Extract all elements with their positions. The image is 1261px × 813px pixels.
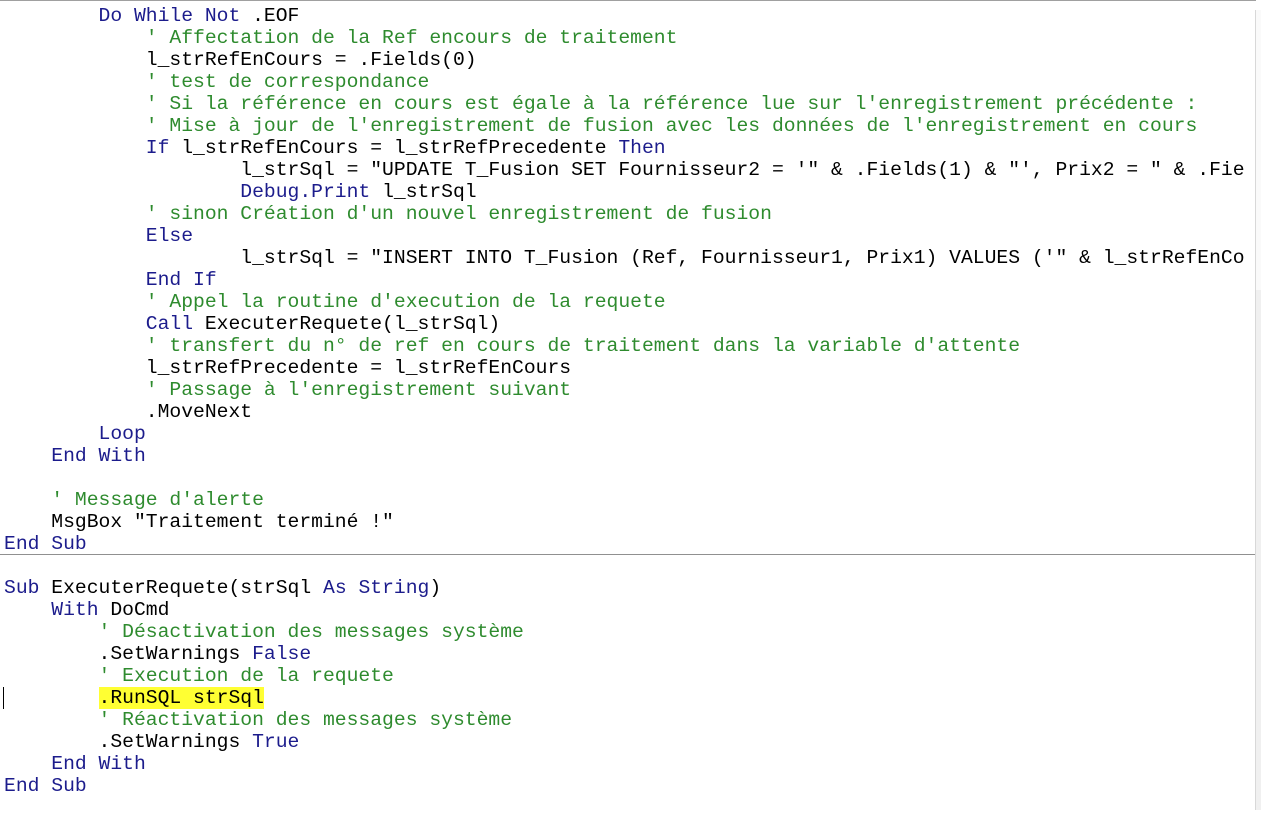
code-line[interactable]: l_strSql = "INSERT INTO T_Fusion (Ref, F… [4, 247, 1256, 269]
code-text: l_strRefEnCours = l_strRefPrecedente [169, 137, 619, 159]
comment: ' Réactivation des messages système [4, 709, 513, 731]
keyword: End If [4, 269, 217, 291]
code-text: l_strSql = "INSERT INTO T_Fusion (Ref, F… [4, 247, 1245, 269]
code-text: DoCmd [98, 599, 170, 621]
keyword: Loop [4, 423, 146, 445]
comment: ' sinon Création d'un nouvel enregistrem… [4, 203, 772, 225]
code-line[interactable]: Do While Not .EOF [4, 5, 1256, 27]
code-text: l_strRefEnCours = .Fields(0) [4, 49, 477, 71]
code-text: ExecuterRequete(l_strSql) [193, 313, 501, 335]
scrollbar-thumb[interactable] [1256, 10, 1261, 290]
code-text: .SetWarnings [4, 643, 253, 665]
code-line[interactable]: ' Désactivation des messages système [4, 621, 1256, 643]
code-line[interactable]: End Sub [4, 533, 1256, 555]
text-caret [3, 687, 4, 709]
code-line[interactable]: ' Affectation de la Ref encours de trait… [4, 27, 1256, 49]
code-line[interactable]: End With [4, 753, 1256, 775]
code-line[interactable]: ' Appel la routine d'execution de la req… [4, 291, 1256, 313]
code-line[interactable]: Call ExecuterRequete(l_strSql) [4, 313, 1256, 335]
code-text: l_strSql = "UPDATE T_Fusion SET Fourniss… [4, 159, 1245, 181]
keyword: End Sub [4, 775, 87, 797]
keyword: End With [4, 445, 146, 467]
keyword: Debug.Print [4, 181, 371, 203]
keyword: If [4, 137, 170, 159]
keyword: As String [323, 577, 430, 599]
comment: ' Execution de la requete [4, 665, 394, 687]
code-line[interactable]: ' Si la référence en cours est égale à l… [4, 93, 1256, 115]
keyword: End Sub [4, 533, 87, 555]
code-text: .MoveNext [4, 401, 253, 423]
code-line[interactable]: .SetWarnings True [4, 731, 1256, 753]
code-line[interactable]: ' Message d'alerte [4, 489, 1256, 511]
code-text: l_strSql [370, 181, 477, 203]
keyword: False [252, 643, 312, 665]
code-line[interactable]: ' transfert du n° de ref en cours de tra… [4, 335, 1256, 357]
code-line[interactable]: ' Mise à jour de l'enregistrement de fus… [4, 115, 1256, 137]
code-line[interactable]: With DoCmd [4, 599, 1256, 621]
code-area[interactable]: Do While Not .EOF ' Affectation de la Re… [0, 5, 1256, 797]
highlighted-statement: .RunSQL strSql [98, 687, 264, 709]
code-text: MsgBox "Traitement terminé !" [4, 511, 394, 533]
code-line[interactable]: ' Réactivation des messages système [4, 709, 1256, 731]
comment: ' test de correspondance [4, 71, 430, 93]
code-line[interactable]: MsgBox "Traitement terminé !" [4, 511, 1256, 533]
keyword: Call [4, 313, 194, 335]
code-line[interactable]: .RunSQL strSql [4, 687, 1256, 709]
code-text: .SetWarnings [4, 731, 253, 753]
keyword: Then [618, 137, 666, 159]
code-line[interactable]: .SetWarnings False [4, 643, 1256, 665]
code-line[interactable]: l_strSql = "UPDATE T_Fusion SET Fourniss… [4, 159, 1256, 181]
code-line[interactable]: End Sub [4, 775, 1256, 797]
comment: ' Appel la routine d'execution de la req… [4, 291, 666, 313]
comment: ' Passage à l'enregistrement suivant [4, 379, 572, 401]
code-line[interactable]: If l_strRefEnCours = l_strRefPrecedente … [4, 137, 1256, 159]
code-text: l_strRefPrecedente = l_strRefEnCours [4, 357, 572, 379]
code-text: .EOF [240, 5, 300, 27]
vertical-scrollbar[interactable] [1255, 10, 1261, 810]
code-line[interactable]: End If [4, 269, 1256, 291]
comment: ' transfert du n° de ref en cours de tra… [4, 335, 1021, 357]
keyword: True [252, 731, 300, 753]
comment: ' Message d'alerte [4, 489, 264, 511]
keyword: End With [4, 753, 146, 775]
code-line[interactable]: l_strRefPrecedente = l_strRefEnCours [4, 357, 1256, 379]
keyword: Do While Not [4, 5, 241, 27]
code-line[interactable]: Sub ExecuterRequete(strSql As String) [4, 577, 1256, 599]
comment: ' Affectation de la Ref encours de trait… [4, 27, 678, 49]
comment: ' Mise à jour de l'enregistrement de fus… [4, 115, 1198, 137]
comment: ' Si la référence en cours est égale à l… [4, 93, 1198, 115]
code-line[interactable]: End With [4, 445, 1256, 467]
code-line[interactable]: ' Execution de la requete [4, 665, 1256, 687]
code-line[interactable]: ' sinon Création d'un nouvel enregistrem… [4, 203, 1256, 225]
code-line[interactable]: Else [4, 225, 1256, 247]
code-text: ExecuterRequete(strSql [39, 577, 323, 599]
code-line[interactable] [4, 555, 1256, 577]
comment: ' Désactivation des messages système [4, 621, 524, 643]
code-line[interactable]: ' Passage à l'enregistrement suivant [4, 379, 1256, 401]
code-line[interactable]: Debug.Print l_strSql [4, 181, 1256, 203]
keyword: With [4, 599, 99, 621]
code-line[interactable]: l_strRefEnCours = .Fields(0) [4, 49, 1256, 71]
code-text: ) [429, 577, 442, 599]
code-line[interactable]: Loop [4, 423, 1256, 445]
code-editor[interactable]: Do While Not .EOF ' Affectation de la Re… [0, 0, 1256, 813]
code-line[interactable] [4, 467, 1256, 489]
code-line[interactable]: .MoveNext [4, 401, 1256, 423]
code-line[interactable]: ' test de correspondance [4, 71, 1256, 93]
keyword: Sub [4, 577, 40, 599]
keyword: Else [4, 225, 194, 247]
